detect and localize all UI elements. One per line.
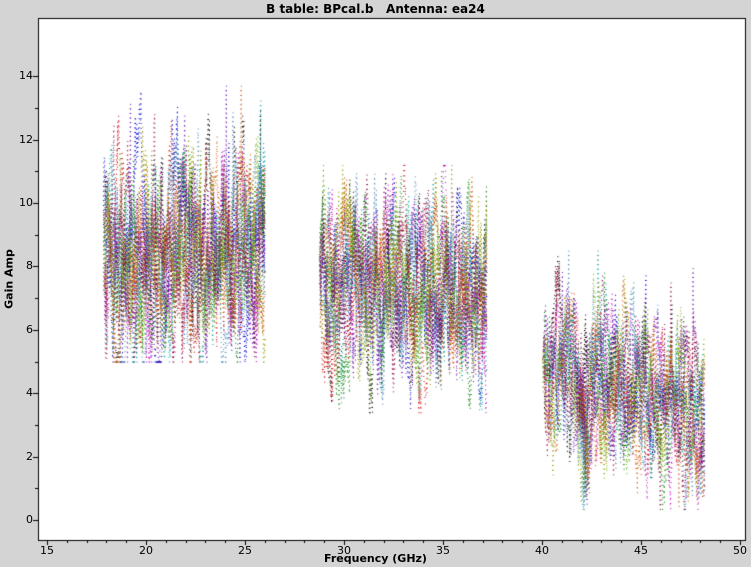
x-tick-label: 45 bbox=[634, 544, 648, 557]
x-tick-label: 15 bbox=[40, 544, 54, 557]
y-tick-label: 12 bbox=[0, 133, 33, 146]
x-tick-label: 50 bbox=[733, 544, 747, 557]
y-tick-label: 8 bbox=[0, 259, 33, 272]
x-tick-label: 25 bbox=[238, 544, 252, 557]
x-tick-label: 20 bbox=[139, 544, 153, 557]
y-tick-label: 4 bbox=[0, 386, 33, 399]
plot-window: B table: BPcal.b Antenna: ea24 Gain Amp … bbox=[0, 0, 751, 567]
y-tick-label: 2 bbox=[0, 450, 33, 463]
plot-title: B table: BPcal.b Antenna: ea24 bbox=[0, 2, 751, 16]
y-axis-label: Gain Amp bbox=[3, 249, 16, 309]
x-tick-label: 40 bbox=[535, 544, 549, 557]
y-tick-label: 14 bbox=[0, 69, 33, 82]
x-tick-label: 35 bbox=[436, 544, 450, 557]
x-tick-label: 30 bbox=[337, 544, 351, 557]
plot-canvas bbox=[0, 0, 751, 567]
y-tick-label: 0 bbox=[0, 513, 33, 526]
y-tick-label: 6 bbox=[0, 323, 33, 336]
y-tick-label: 10 bbox=[0, 196, 33, 209]
